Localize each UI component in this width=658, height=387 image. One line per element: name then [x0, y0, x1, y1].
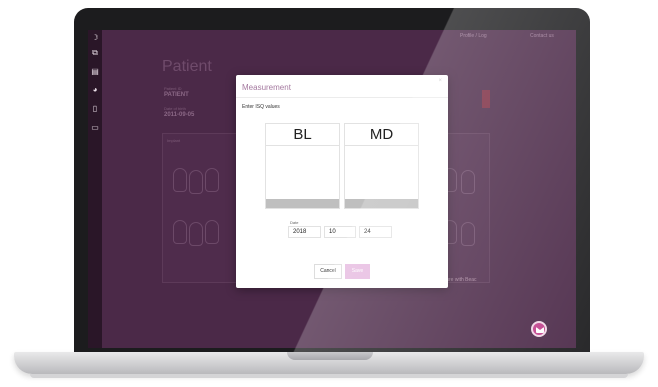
isq-bl-slider[interactable] — [266, 199, 339, 208]
field-label: Date of birth — [164, 106, 186, 111]
tooth-icon[interactable] — [461, 170, 475, 194]
alert-marker — [482, 90, 490, 108]
dialog-title: Measurement — [242, 83, 291, 92]
measurement-dialog: Measurement × Enter ISQ values BL MD Dat… — [236, 75, 448, 288]
cancel-button[interactable]: Cancel — [314, 264, 342, 279]
envelope-icon — [536, 327, 544, 333]
monitor-icon[interactable]: ▭ — [90, 123, 100, 132]
tooth-icon[interactable] — [173, 168, 187, 192]
save-button[interactable]: Save — [345, 264, 370, 279]
palette-icon[interactable]: ◕ — [90, 85, 100, 94]
isq-md-input[interactable] — [345, 146, 418, 200]
isq-md-label: MD — [345, 124, 418, 146]
contact-link[interactable]: Contact us — [530, 33, 554, 39]
file-icon[interactable]: ▯ — [90, 104, 100, 113]
app-screen: ☽ ⧉ ▤ ◕ ▯ ▭ Profile / Log Contact us Pat… — [88, 30, 576, 348]
sidebar: ☽ ⧉ ▤ ◕ ▯ ▭ — [88, 30, 102, 348]
laptop-foot — [30, 374, 628, 378]
tooth-icon[interactable] — [205, 168, 219, 192]
message-button[interactable] — [531, 321, 547, 337]
isq-bl-label: BL — [266, 124, 339, 146]
isq-bl-panel: BL — [265, 123, 340, 209]
tooth-icon[interactable] — [189, 222, 203, 246]
isq-md-slider[interactable] — [345, 199, 418, 208]
laptop-lid: ☽ ⧉ ▤ ◕ ▯ ▭ Profile / Log Contact us Pat… — [74, 8, 590, 354]
field-value: PATIENT — [164, 92, 189, 98]
field-value: 2011-09-05 — [164, 112, 195, 118]
date-month-input[interactable]: 10 — [324, 226, 356, 238]
copy-icon[interactable]: ⧉ — [90, 48, 100, 57]
tooth-icon[interactable] — [173, 220, 187, 244]
field-label: Patient ID — [164, 86, 182, 91]
moon-icon[interactable]: ☽ — [90, 33, 100, 42]
card-label: Implant — [167, 138, 181, 143]
date-label: Date — [290, 220, 299, 225]
laptop-notch — [287, 352, 373, 360]
isq-bl-input[interactable] — [266, 146, 339, 200]
tooth-icon[interactable] — [461, 222, 475, 246]
page-title: Patient — [162, 58, 212, 75]
isq-md-panel: MD — [344, 123, 419, 209]
tooth-icon[interactable] — [189, 170, 203, 194]
date-day-input[interactable]: 24 — [359, 226, 392, 238]
dialog-instructions: Enter ISQ values — [242, 104, 280, 110]
tooth-icon[interactable] — [205, 220, 219, 244]
profile-link[interactable]: Profile / Log — [460, 33, 487, 39]
laptop-mockup: ☽ ⧉ ▤ ◕ ▯ ▭ Profile / Log Contact us Pat… — [0, 0, 658, 387]
close-icon[interactable]: × — [438, 78, 442, 84]
document-icon[interactable]: ▤ — [90, 67, 100, 76]
date-year-input[interactable]: 2018 — [288, 226, 321, 238]
divider — [236, 97, 448, 98]
